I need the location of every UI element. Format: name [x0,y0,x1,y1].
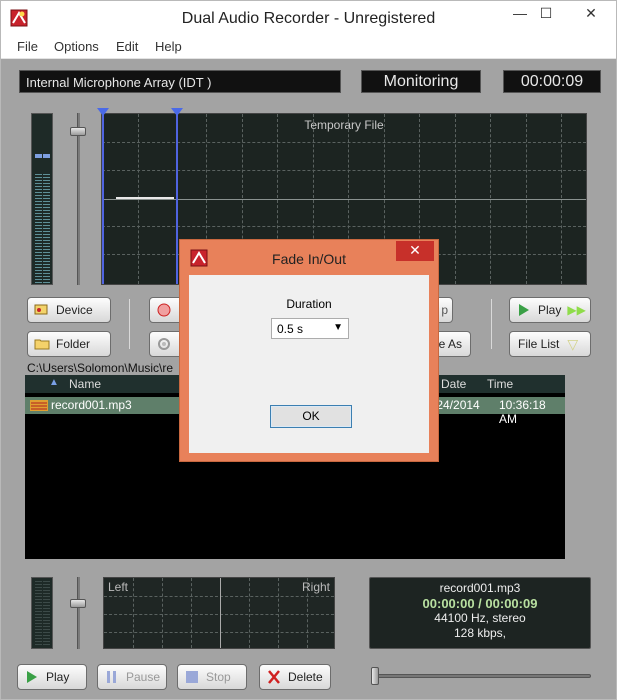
duration-label: Duration [286,297,332,311]
filter-icon: ▽ [567,335,579,352]
dialog-content: Duration 0.5 s ▼ OK [189,275,429,453]
pause-button-label: Pause [126,670,161,684]
info-file-name: record001.mp3 [439,581,521,595]
sort-asc-icon: ▲ [49,377,59,388]
dialog-close-button[interactable]: ✕ [396,241,434,261]
folder-path: C:\Users\Solomon\Music\re [27,361,174,375]
play-icon [519,304,529,316]
title-bar: Dual Audio Recorder - Unregistered — ☐ ✕ [1,1,616,35]
info-format: 44100 Hz, stereo [434,611,526,625]
seek-track [373,674,591,678]
input-volume-track [77,113,80,285]
folder-icon [34,339,50,350]
gear-icon [158,338,170,350]
right-channel-label: Right [301,580,330,594]
column-name[interactable]: Name [69,377,101,391]
fade-dialog: Fade In/Out ✕ Duration 0.5 s ▼ OK [179,239,439,462]
delete-button-label: Delete [288,670,323,684]
stop-button-label: Stop [206,670,231,684]
waveform-label: Temporary File [304,118,384,132]
menu-bar: File Options Edit Help [1,35,616,59]
output-volume-track [77,577,80,649]
folder-button[interactable]: Folder [27,331,111,357]
row-file-date: /24/2014 [433,398,480,412]
time-display: 00:00:09 [503,70,601,93]
device-button-label: Device [56,303,93,317]
left-channel-label: Left [108,580,129,594]
menu-help[interactable]: Help [155,39,182,54]
column-date[interactable]: Date [441,377,466,391]
file-list-button[interactable]: File List ▽ [509,331,591,357]
play-button-label: Play [46,670,70,684]
info-position: 00:00:00 / 00:00:09 [422,596,538,611]
device-display: Internal Microphone Array (IDT ) [19,70,341,93]
play-icon [27,671,37,683]
seek-slider[interactable] [371,667,379,685]
delete-icon [268,670,280,684]
info-bitrate: 128 kbps, [453,626,507,640]
play-top-label: Play [538,303,562,317]
stop-button[interactable]: Stop [177,664,247,690]
play-top-button[interactable]: Play ▶▶ [509,297,591,323]
status-display: Monitoring [361,70,481,93]
app-window: Dual Audio Recorder - Unregistered — ☐ ✕… [0,0,617,700]
separator [129,299,130,349]
audio-file-icon [30,400,48,411]
delete-button[interactable]: Delete [259,664,331,690]
close-button[interactable]: ✕ [571,1,611,27]
row-file-name: record001.mp3 [51,398,132,412]
record-icon [157,303,171,317]
device-button[interactable]: Device [27,297,111,323]
pause-icon [107,671,116,683]
fast-forward-icon: ▶▶ [567,303,586,317]
maximize-button[interactable]: ☐ [531,1,561,27]
play-button[interactable]: Play [17,664,87,690]
folder-button-label: Folder [56,337,91,351]
settings-button[interactable] [149,331,183,357]
row-file-time: 10:36:18 AM [499,398,546,426]
file-list-label: File List [518,337,560,351]
track-info-panel: record001.mp3 00:00:00 / 00:00:09 44100 … [369,577,591,649]
menu-options[interactable]: Options [54,39,99,54]
output-level-meter [31,577,53,649]
input-level-meter [31,113,53,285]
stop-icon [186,671,198,683]
separator [491,299,492,349]
column-time[interactable]: Time [487,377,513,391]
pause-button[interactable]: Pause [97,664,167,690]
output-volume-slider[interactable] [70,599,86,608]
menu-edit[interactable]: Edit [116,39,138,54]
chevron-down-icon: ▼ [333,322,343,333]
save-as-label: e As [438,337,462,351]
record-button[interactable] [149,297,183,323]
menu-file[interactable]: File [17,39,38,54]
device-icon [34,304,48,315]
channel-panel: Left Right [103,577,335,649]
duration-value: 0.5 s [277,322,304,336]
stop-record-label: p [441,303,448,317]
input-volume-slider[interactable] [70,127,86,136]
ok-button[interactable]: OK [270,405,352,428]
duration-select[interactable]: 0.5 s ▼ [271,318,349,339]
